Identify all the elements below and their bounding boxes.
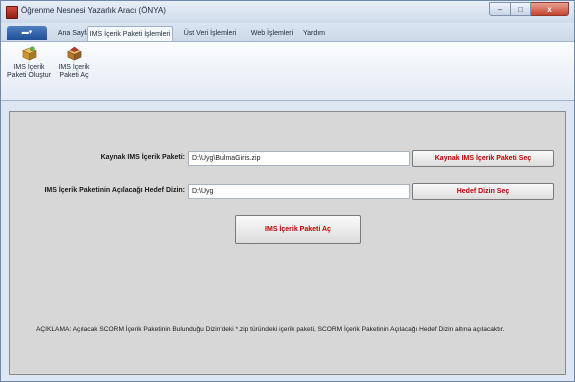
select-target-directory-button[interactable]: Hedef Dizin Seç <box>412 183 554 200</box>
app-menu-icon: ▬▾ <box>21 29 33 36</box>
create-package-label-2: Paketi Oluştur <box>7 72 51 79</box>
select-source-package-button[interactable]: Kaynak IMS İçerik Paketi Seç <box>412 150 554 167</box>
package-open-icon <box>66 46 82 61</box>
app-logo-icon <box>6 6 18 19</box>
package-box-icon <box>21 46 37 61</box>
source-package-label: Kaynak IMS İçerik Paketi: <box>100 154 185 161</box>
target-directory-label: IMS İçerik Paketinin Açılacağı Hedef Diz… <box>44 187 185 194</box>
open-package-ribbon-button[interactable]: IMS İçerik Paketi Aç <box>55 46 93 80</box>
title-bar: Öğrenme Nesnesi Yazarlık Aracı (ÖNYA) – … <box>1 1 574 23</box>
description-note: AÇIKLAMA: Açılacak SCORM İçerik Paketini… <box>36 326 505 333</box>
create-package-button[interactable]: IMS İçerik Paketi Oluştur <box>7 46 51 80</box>
source-package-field[interactable]: D:\Uyg\BulmaGiris.zip <box>188 151 410 166</box>
window-title: Öğrenme Nesnesi Yazarlık Aracı (ÖNYA) <box>21 6 166 15</box>
application-window: Öğrenme Nesnesi Yazarlık Aracı (ÖNYA) – … <box>0 0 575 382</box>
create-package-label-1: IMS İçerik <box>13 64 45 71</box>
open-package-label-2: Paketi Aç <box>59 72 89 79</box>
maximize-button[interactable]: □ <box>511 2 531 16</box>
ribbon-tab-strip: ▬▾ Ana Sayfa IMS İçerik Paketi İşlemleri… <box>1 23 574 41</box>
close-button[interactable]: x <box>531 2 569 16</box>
open-package-label-1: IMS İçerik <box>58 64 90 71</box>
content-panel: Kaynak IMS İçerik Paketi: D:\Uyg\BulmaGi… <box>9 111 566 375</box>
application-menu-button[interactable]: ▬▾ <box>7 26 47 40</box>
tab-ust-veri-islemleri[interactable]: Üst Veri İşlemleri <box>178 26 242 41</box>
tab-yardim[interactable]: Yardım <box>299 26 329 41</box>
window-controls: – □ x <box>489 2 569 16</box>
tab-web-islemleri[interactable]: Web İşlemleri <box>246 26 298 41</box>
target-directory-field[interactable]: D:\Uyg <box>188 184 410 199</box>
ribbon-panel: IMS İçerik Paketi Oluştur IMS İçerik Pak… <box>1 41 574 101</box>
tab-ims-icerik-paketi-islemleri[interactable]: IMS İçerik Paketi İşlemleri <box>87 26 173 41</box>
open-ims-package-button[interactable]: IMS İçerik Paketi Aç <box>235 215 361 244</box>
minimize-button[interactable]: – <box>489 2 511 16</box>
